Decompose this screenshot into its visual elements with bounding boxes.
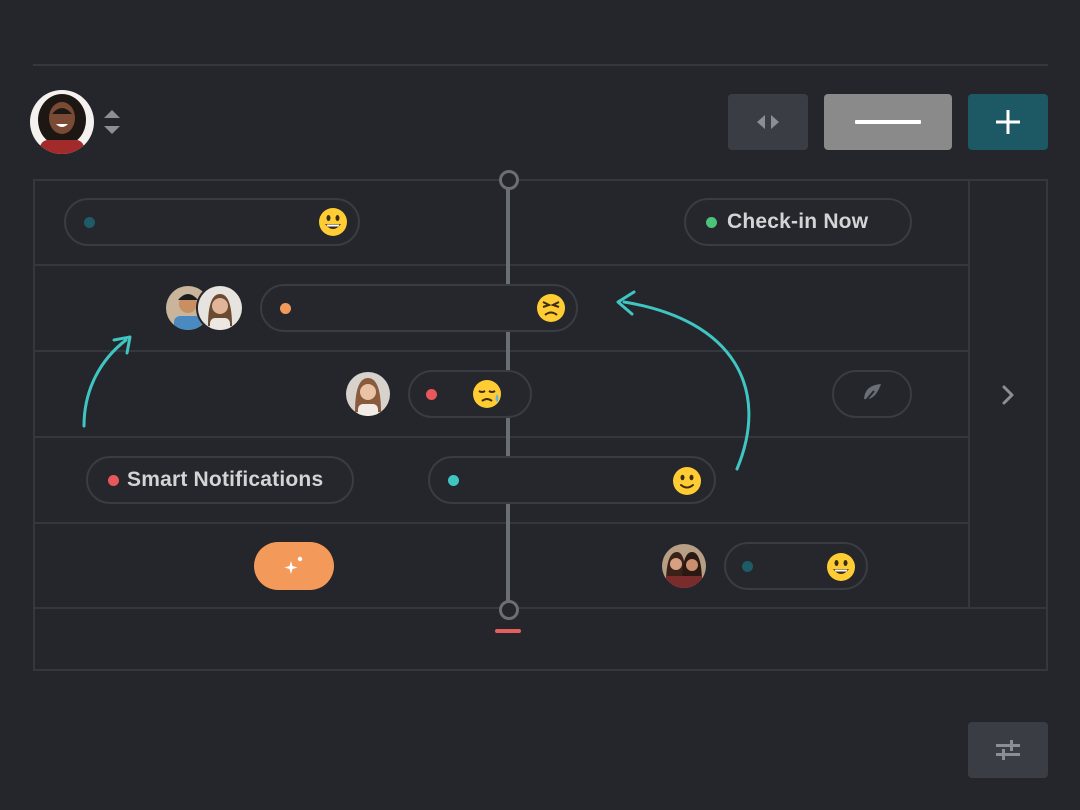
status-dot — [742, 560, 753, 572]
settings-button[interactable] — [968, 722, 1048, 778]
status-pill[interactable] — [64, 198, 360, 246]
grinning-face-icon — [319, 208, 347, 236]
avatar[interactable] — [660, 542, 708, 590]
grinning-face-icon — [827, 553, 855, 581]
current-time-marker — [495, 629, 521, 633]
sparkle-icon — [284, 556, 303, 574]
chevron-right-icon — [1002, 385, 1014, 405]
status-pill[interactable] — [408, 370, 532, 418]
status-dot — [426, 388, 437, 400]
smart-notifications-pill[interactable]: Smart Notifications — [86, 456, 354, 504]
timeline-bottom-handle[interactable] — [499, 600, 519, 620]
check-in-label: Check-in Now — [727, 210, 869, 233]
smart-notifications-label: Smart Notifications — [127, 468, 324, 491]
sparkle-button[interactable] — [254, 542, 334, 590]
slightly-smiling-face-icon — [673, 467, 701, 495]
persevering-face-icon — [537, 294, 565, 322]
status-pill[interactable] — [260, 284, 578, 332]
avatar[interactable] — [196, 284, 244, 332]
avatar[interactable] — [344, 370, 392, 418]
status-pill[interactable] — [724, 542, 868, 590]
leaf-icon — [862, 384, 881, 405]
sad-sweat-face-icon — [473, 380, 501, 408]
next-button[interactable] — [996, 382, 1020, 408]
leaf-button[interactable] — [832, 370, 912, 418]
status-pill[interactable] — [428, 456, 716, 504]
status-dot — [706, 216, 717, 228]
timeline-top-handle[interactable] — [499, 170, 519, 190]
status-dot — [280, 302, 291, 314]
status-dot — [108, 474, 119, 486]
status-dot — [448, 474, 459, 486]
sliders-icon — [996, 740, 1020, 760]
flow-arrows — [82, 290, 751, 471]
check-in-pill[interactable]: Check-in Now — [684, 198, 912, 246]
status-dot — [84, 216, 95, 228]
